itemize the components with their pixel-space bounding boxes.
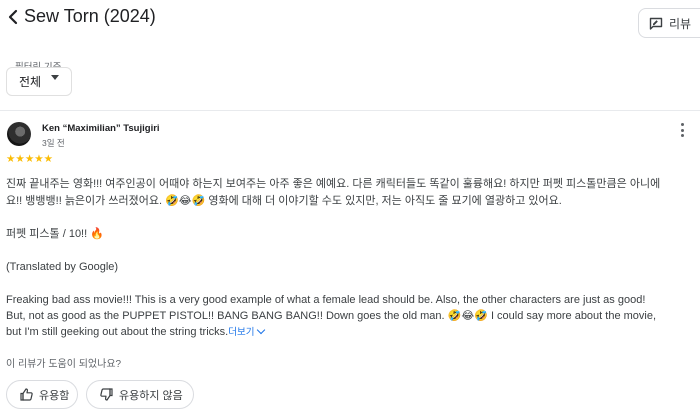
filter-selected-value: 전체 [19,75,42,89]
back-button[interactable] [4,6,22,28]
helpful-no-button[interactable]: 유용하지 않음 [86,380,194,409]
read-more-link[interactable]: 더보기 [228,325,266,338]
write-review-label: 리뷰 [669,16,692,31]
header: Sew Torn (2024) 리뷰 [0,0,700,40]
review-text-line: but I'm still geeking out about the stri… [6,324,266,341]
page-title: Sew Torn (2024) [24,6,156,26]
review-text-line: 진짜 끝내주는 영화!!! 여주인공이 어때야 하는지 보여주는 아주 좋은 예… [6,178,661,190]
review-text-line: 퍼펫 피스톨 / 10!! 🔥 [6,228,104,240]
divider [0,110,700,111]
chevron-down-icon [257,325,266,335]
review-text-line: 요!! 뱅뱅뱅!! 늙은이가 쓰러졌어요. 🤣😂🤣 영화에 대해 더 이야기할 … [6,195,562,207]
review-text-line: Freaking bad ass movie!!! This is a very… [6,294,646,306]
helpful-yes-button[interactable]: 유용함 [6,380,78,409]
helpful-question: 이 리뷰가 도움이 되었나요? [6,359,122,370]
helpful-no-label: 유용하지 않음 [119,389,183,402]
review-text-tail: but I'm still geeking out about the stri… [6,326,229,338]
write-review-button[interactable]: 리뷰 [638,8,700,38]
caret-down-icon [51,75,60,80]
filter-dropdown[interactable]: 전체 [6,67,72,96]
chevron-left-icon [8,9,18,25]
review-page: Sew Torn (2024) 리뷰 필터링 기준 전체 Ken “Maximi… [0,0,700,415]
translated-note: (Translated by Google) [6,261,119,273]
thumb-down-icon [100,388,113,401]
review-date: 3일 전 [42,138,65,148]
more-options-icon[interactable] [676,122,688,138]
thumb-up-icon [20,388,33,401]
star-rating: ★★★★★ [6,153,54,165]
helpful-yes-label: 유용함 [39,389,70,402]
avatar[interactable] [7,122,31,146]
rate-review-icon [649,17,663,30]
review-text-line: But, not as good as the PUPPET PISTOL!! … [6,310,657,322]
review-author[interactable]: Ken “Maximilian” Tsujigiri [42,123,160,134]
read-more-label: 더보기 [228,327,255,338]
